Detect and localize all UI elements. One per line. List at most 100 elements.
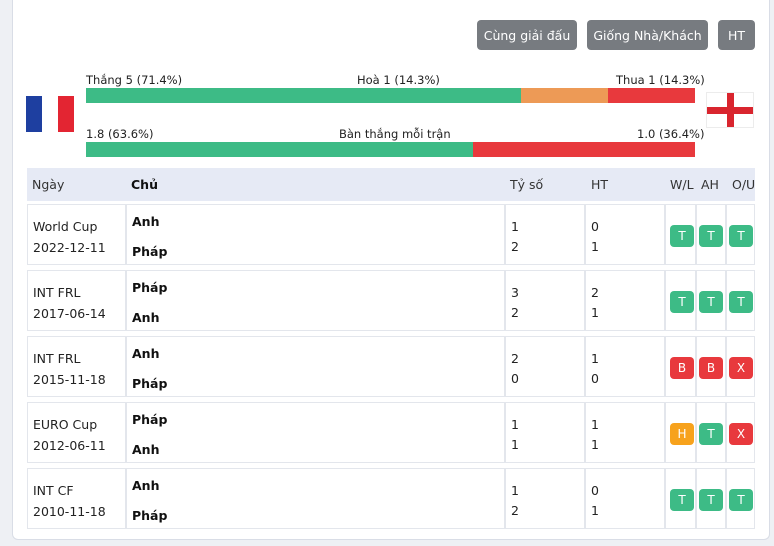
score-cell: 1 1 — [505, 402, 585, 463]
teams-cell: Pháp Anh — [126, 270, 505, 331]
table-row[interactable]: INT CF 2010-11-18 Anh Pháp 1 2 0 1 T T T — [27, 468, 755, 529]
away-goals-label: 1.0 (36.4%) — [637, 127, 705, 141]
away-ht-score: 0 — [591, 371, 599, 386]
competition-name: World Cup — [33, 219, 98, 234]
wl-badge: T — [670, 225, 694, 247]
competition-name: INT CF — [33, 483, 74, 498]
ou-badge: T — [729, 489, 753, 511]
header-ah: AH — [701, 177, 719, 192]
loss-label: Thua 1 (14.3%) — [616, 73, 705, 87]
competition-name: EURO Cup — [33, 417, 98, 432]
date-cell: INT CF 2010-11-18 — [27, 468, 126, 529]
ah-cell: B — [696, 336, 726, 397]
home-team[interactable]: Pháp — [132, 280, 167, 295]
home-goals-bar-segment — [86, 142, 474, 157]
wl-badge: H — [670, 423, 694, 445]
ah-badge: T — [699, 291, 723, 313]
header-score: Tỷ số — [510, 177, 544, 192]
away-score: 2 — [511, 503, 519, 518]
ht-score-cell: 1 1 — [585, 402, 665, 463]
date-cell: EURO Cup 2012-06-11 — [27, 402, 126, 463]
ht-score-cell: 2 1 — [585, 270, 665, 331]
score-cell: 1 2 — [505, 468, 585, 529]
away-team[interactable]: Anh — [132, 442, 159, 457]
wl-badge: B — [670, 357, 694, 379]
header-ou: O/U — [732, 177, 756, 192]
away-team[interactable]: Anh — [132, 310, 159, 325]
date-cell: INT FRL 2017-06-14 — [27, 270, 126, 331]
table-row[interactable]: World Cup 2022-12-11 Anh Pháp 1 2 0 1 T … — [27, 204, 755, 265]
ht-score-cell: 0 1 — [585, 468, 665, 529]
same-league-button[interactable]: Cùng giải đấu — [477, 20, 577, 50]
ah-badge: T — [699, 489, 723, 511]
table-row[interactable]: INT FRL 2017-06-14 Pháp Anh 3 2 2 1 T T … — [27, 270, 755, 331]
home-ht-score: 1 — [591, 351, 599, 366]
match-date: 2017-06-14 — [33, 306, 106, 321]
teams-cell: Pháp Anh — [126, 402, 505, 463]
home-score: 2 — [511, 351, 519, 366]
home-ht-score: 1 — [591, 417, 599, 432]
home-ht-score: 0 — [591, 219, 599, 234]
ah-cell: T — [696, 270, 726, 331]
away-team[interactable]: Pháp — [132, 376, 167, 391]
match-date: 2015-11-18 — [33, 372, 106, 387]
france-flag-icon — [26, 96, 74, 132]
ou-badge: T — [729, 225, 753, 247]
match-date: 2010-11-18 — [33, 504, 106, 519]
wl-badge: T — [670, 291, 694, 313]
ht-score-cell: 0 1 — [585, 204, 665, 265]
ah-badge: B — [699, 357, 723, 379]
ou-badge: X — [729, 423, 753, 445]
table-row[interactable]: EURO Cup 2012-06-11 Pháp Anh 1 1 1 1 H T… — [27, 402, 755, 463]
table-row[interactable]: INT FRL 2015-11-18 Anh Pháp 2 0 1 0 B B … — [27, 336, 755, 397]
ou-cell: X — [726, 402, 755, 463]
wl-cell: H — [665, 402, 696, 463]
header-date: Ngày — [32, 177, 65, 192]
score-cell: 3 2 — [505, 270, 585, 331]
header-wl: W/L — [670, 177, 694, 192]
header-ht: HT — [591, 177, 609, 192]
score-cell: 2 0 — [505, 336, 585, 397]
ht-score-cell: 1 0 — [585, 336, 665, 397]
draw-bar-segment — [520, 88, 608, 103]
results-bar — [86, 88, 695, 103]
match-date: 2012-06-11 — [33, 438, 106, 453]
teams-cell: Anh Pháp — [126, 204, 505, 265]
home-team[interactable]: Anh — [132, 214, 159, 229]
ou-cell: T — [726, 270, 755, 331]
goals-bar — [86, 142, 695, 157]
home-team[interactable]: Anh — [132, 478, 159, 493]
home-ht-score: 0 — [591, 483, 599, 498]
ah-badge: T — [699, 225, 723, 247]
ah-cell: T — [696, 402, 726, 463]
ht-button[interactable]: HT — [718, 20, 755, 50]
loss-bar-segment — [607, 88, 695, 103]
same-home-away-button[interactable]: Giống Nhà/Khách — [587, 20, 708, 50]
competition-name: INT FRL — [33, 351, 81, 366]
score-cell: 1 2 — [505, 204, 585, 265]
home-score: 3 — [511, 285, 519, 300]
away-score: 2 — [511, 305, 519, 320]
away-team[interactable]: Pháp — [132, 508, 167, 523]
ou-cell: T — [726, 468, 755, 529]
table-header: Ngày Chủ Tỷ số HT W/L AH O/U — [27, 168, 755, 201]
away-team[interactable]: Pháp — [132, 244, 167, 259]
win-bar-segment — [86, 88, 521, 103]
wl-cell: T — [665, 468, 696, 529]
teams-cell: Anh Pháp — [126, 336, 505, 397]
home-score: 1 — [511, 483, 519, 498]
wl-cell: T — [665, 270, 696, 331]
ou-badge: X — [729, 357, 753, 379]
away-goals-bar-segment — [473, 142, 695, 157]
goals-per-match-title: Bàn thắng mỗi trận — [339, 127, 451, 141]
away-score: 1 — [511, 437, 519, 452]
wl-cell: B — [665, 336, 696, 397]
ou-cell: X — [726, 336, 755, 397]
away-score: 0 — [511, 371, 519, 386]
header-home: Chủ — [131, 177, 158, 192]
ou-cell: T — [726, 204, 755, 265]
england-flag-icon — [706, 92, 754, 128]
home-team[interactable]: Pháp — [132, 412, 167, 427]
wl-badge: T — [670, 489, 694, 511]
home-team[interactable]: Anh — [132, 346, 159, 361]
